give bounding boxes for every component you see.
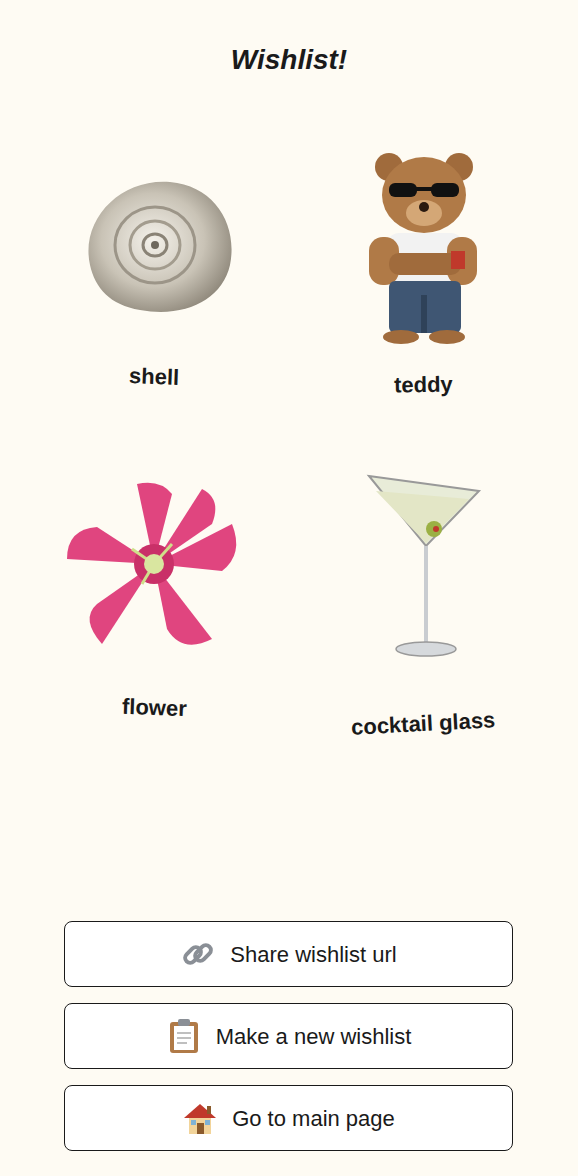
action-button[interactable]: Share wishlist url (64, 921, 513, 987)
link-icon (180, 936, 216, 972)
button-label: Share wishlist url (230, 938, 396, 971)
wishlist-item[interactable]: cocktail glass (289, 461, 558, 740)
wishlist-grid: shell teddy flower cocktail glass (0, 140, 578, 740)
item-label: cocktail glass (351, 703, 497, 744)
action-button[interactable]: Go to main page (64, 1085, 513, 1151)
action-button[interactable]: Make a new wishlist (64, 1003, 513, 1069)
page-title: Wishlist! (0, 0, 578, 80)
clipboard-icon (166, 1018, 202, 1054)
item-label: flower (122, 690, 188, 725)
wishlist-item[interactable]: teddy (289, 140, 558, 401)
item-label: shell (129, 359, 180, 394)
wishlist-item[interactable]: shell (20, 140, 289, 401)
button-label: Go to main page (232, 1102, 395, 1135)
cocktail-glass-image (364, 461, 484, 671)
shell-image (70, 140, 240, 350)
button-group: Share wishlist url Make a new wishlist Go … (0, 921, 578, 1176)
house-icon (182, 1100, 218, 1136)
flower-image (62, 461, 247, 671)
item-label: teddy (394, 367, 453, 401)
button-label: Make a new wishlist (216, 1020, 412, 1053)
teddy-image (359, 140, 489, 350)
wishlist-item[interactable]: flower (20, 461, 289, 740)
